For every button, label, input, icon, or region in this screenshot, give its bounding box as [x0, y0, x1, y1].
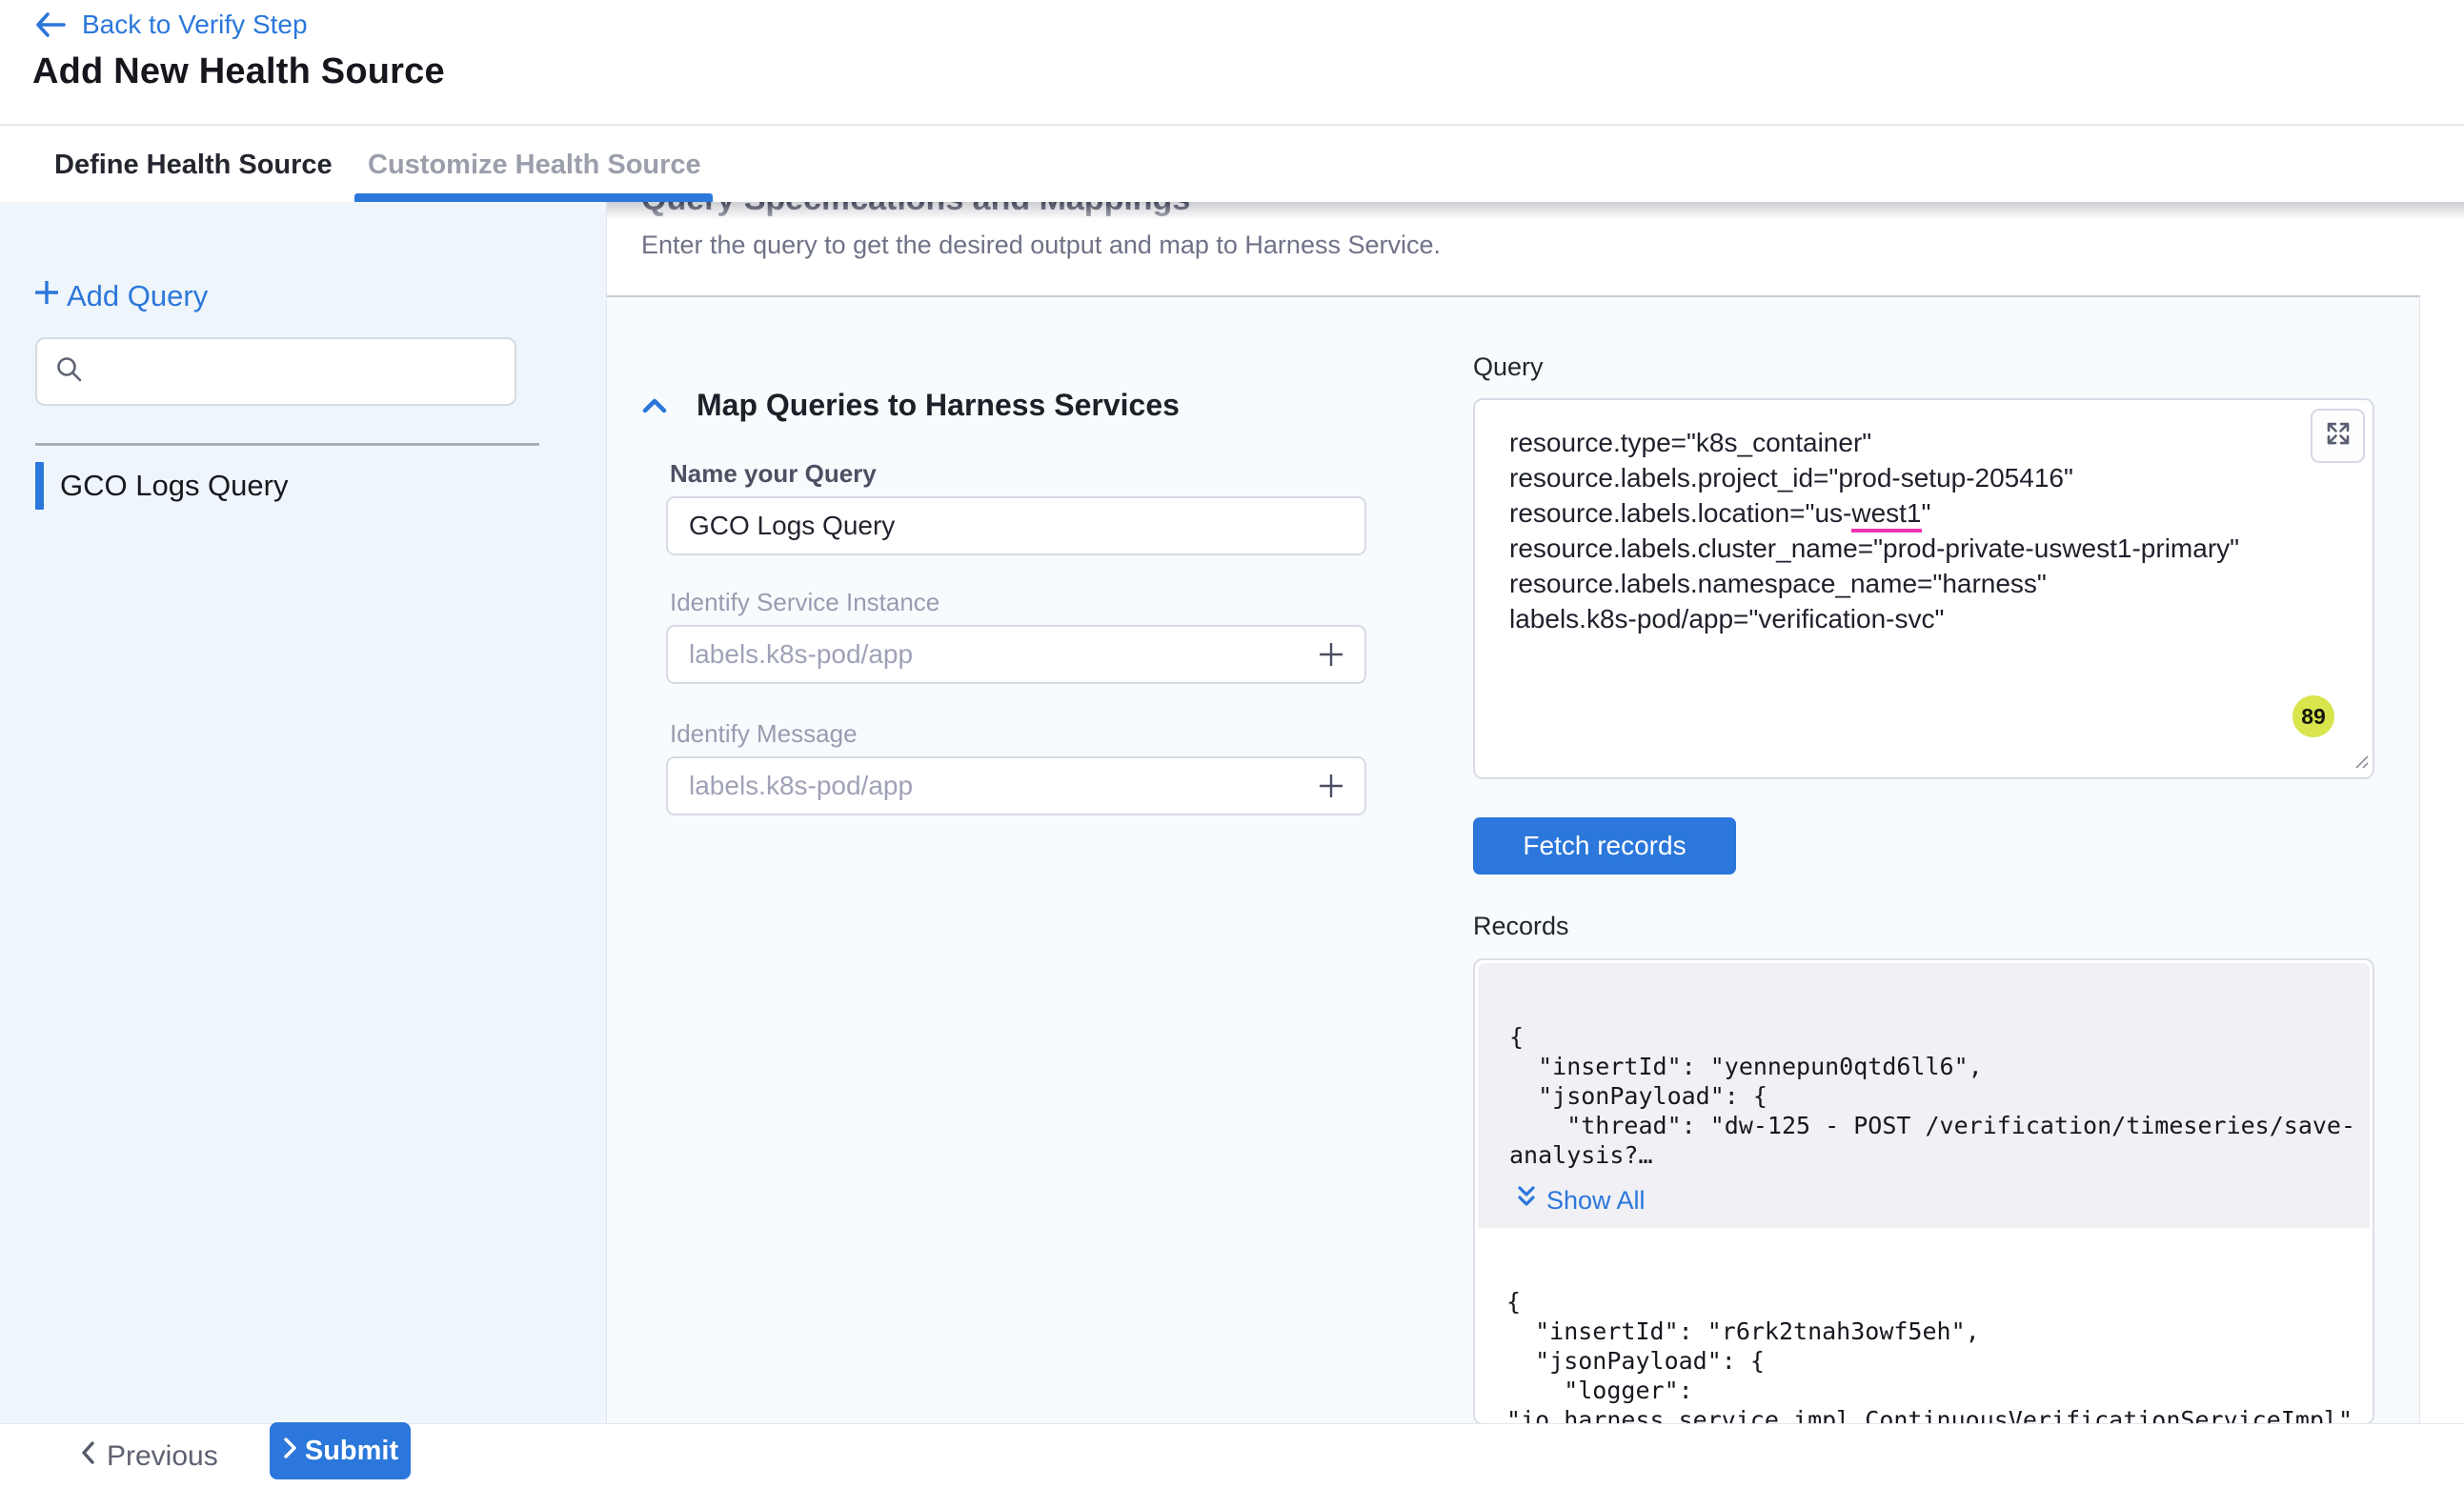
- map-queries-section-header: Map Queries to Harness Services: [641, 388, 1180, 423]
- tab-define-health-source[interactable]: Define Health Source: [54, 126, 333, 204]
- query-text: resource.type="k8s_container"resource.la…: [1509, 425, 2239, 636]
- query-item-label: GCO Logs Query: [60, 469, 288, 503]
- identify-message-label: Identify Message: [670, 719, 858, 749]
- page-title: Add New Health Source: [32, 51, 445, 92]
- submit-label: Submit: [305, 1436, 398, 1467]
- back-link-label: Back to Verify Step: [82, 10, 308, 40]
- page-header: Back to Verify Step Add New Health Sourc…: [0, 0, 2464, 124]
- fullscreen-expand-icon: [2324, 419, 2353, 452]
- sidebar-divider: [35, 443, 539, 446]
- record-item-1: { "insertId": "yennepun0qtd6ll6", "jsonP…: [1478, 963, 2370, 1228]
- chevron-right-icon: [282, 1436, 297, 1467]
- identify-message-input[interactable]: [666, 756, 1366, 815]
- search-icon: [54, 354, 85, 390]
- map-queries-heading: Map Queries to Harness Services: [697, 388, 1180, 423]
- selected-indicator-bar: [35, 462, 44, 510]
- section-subtitle: Enter the query to get the desired outpu…: [641, 231, 1441, 260]
- query-sidebar: Add Query GCO Logs Query: [0, 202, 607, 1423]
- fetch-records-button[interactable]: Fetch records: [1473, 817, 1736, 875]
- add-health-source-page: Query Specifications and Mappings Enter …: [0, 0, 2464, 1488]
- tab-customize-health-source[interactable]: Customize Health Source: [368, 126, 701, 204]
- records-card: { "insertId": "yennepun0qtd6ll6", "jsonP…: [1473, 958, 2374, 1425]
- records-label: Records: [1473, 912, 1569, 941]
- wizard-footer: Previous Submit: [0, 1423, 2464, 1488]
- spellcheck-underline: west1: [1851, 498, 1921, 533]
- chevron-left-icon: [78, 1439, 97, 1474]
- query-editor[interactable]: resource.type="k8s_container"resource.la…: [1473, 398, 2374, 779]
- double-chevron-down-icon: [1516, 1185, 1537, 1217]
- plus-icon: [32, 278, 61, 314]
- query-mappings-panel: Map Queries to Harness Services Name you…: [607, 295, 2420, 1423]
- query-label: Query: [1473, 352, 1544, 382]
- query-name-input[interactable]: [666, 496, 1366, 555]
- show-all-label: Show All: [1546, 1186, 1646, 1216]
- name-your-query-label: Name your Query: [670, 459, 877, 489]
- add-query-label: Add Query: [67, 279, 208, 313]
- sidebar-item-gco-logs-query[interactable]: GCO Logs Query: [35, 462, 550, 510]
- previous-button[interactable]: Previous: [78, 1434, 218, 1479]
- show-all-link[interactable]: Show All: [1516, 1185, 1646, 1217]
- back-to-verify-step-link[interactable]: Back to Verify Step: [34, 10, 308, 40]
- health-source-tabbar: Define Health Source Customize Health So…: [0, 124, 2464, 202]
- active-tab-underline: [354, 193, 713, 202]
- record-1-json: { "insertId": "yennepun0qtd6ll6", "jsonP…: [1509, 1022, 2355, 1170]
- back-arrow-icon: [34, 10, 67, 39]
- chevron-up-icon[interactable]: [641, 395, 668, 416]
- textarea-resize-handle[interactable]: [2353, 753, 2370, 774]
- identify-service-instance-label: Identify Service Instance: [670, 588, 939, 617]
- service-instance-plus-icon[interactable]: [1312, 635, 1350, 674]
- query-search-box: [35, 337, 516, 406]
- search-input[interactable]: [98, 357, 497, 387]
- service-instance-input[interactable]: [666, 625, 1366, 684]
- expand-query-button[interactable]: [2311, 409, 2365, 463]
- identify-message-plus-icon[interactable]: [1312, 767, 1350, 805]
- add-query-button[interactable]: Add Query: [32, 278, 208, 314]
- submit-button[interactable]: Submit: [270, 1422, 411, 1479]
- previous-label: Previous: [107, 1440, 218, 1473]
- character-count-badge: 89: [2292, 695, 2334, 737]
- record-2-json: { "insertId": "r6rk2tnah3owf5eh", "jsonP…: [1506, 1287, 2353, 1425]
